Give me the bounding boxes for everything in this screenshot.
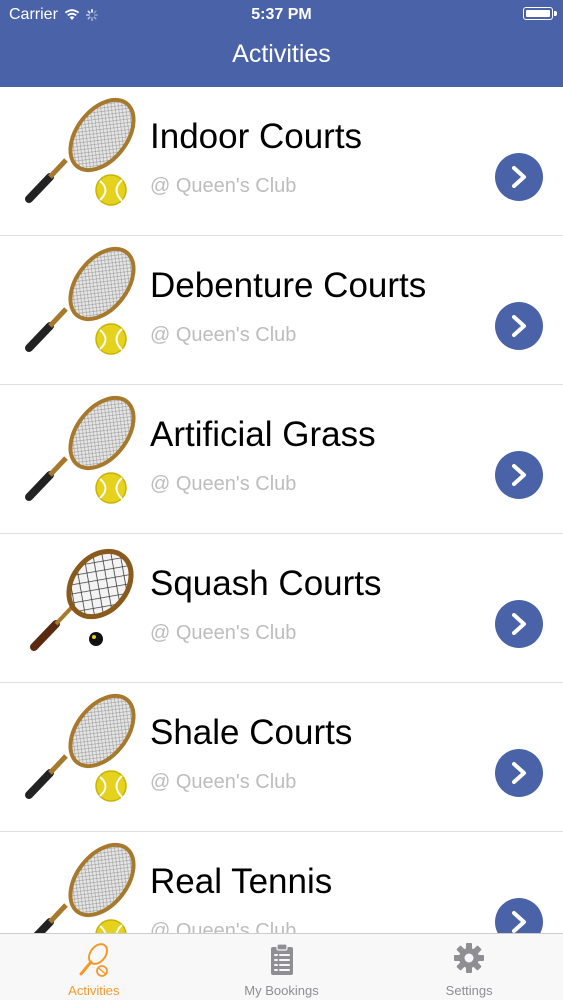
activity-name: Squash Courts [150, 564, 382, 603]
activity-venue: @ Queen's Club [150, 175, 297, 197]
tab-label: Settings [445, 983, 493, 998]
status-bar: Carrier 5:37 PM [0, 0, 563, 30]
page-title: Activities [232, 40, 331, 68]
chevron-right-icon[interactable] [495, 451, 543, 499]
tennis-racket-icon [22, 842, 142, 933]
tab-bar: Activities My Bookings Settings [0, 933, 563, 1000]
activity-name: Shale Courts [150, 713, 353, 752]
activity-row-indoor-courts[interactable]: Indoor Courts @ Queen's Club [0, 87, 563, 236]
activity-venue: @ Queen's Club [150, 324, 297, 346]
activity-row-debenture-courts[interactable]: Debenture Courts @ Queen's Club [0, 236, 563, 385]
gear-icon [454, 943, 485, 973]
nav-bar: Carrier 5:37 PM Activities [0, 0, 563, 87]
squash-racket-icon [22, 544, 142, 659]
tab-my-bookings[interactable]: My Bookings [188, 934, 376, 1000]
clock: 5:37 PM [251, 6, 312, 23]
activity-venue: @ Queen's Club [150, 622, 297, 644]
battery-icon [523, 7, 557, 20]
activity-name: Indoor Courts [150, 117, 363, 156]
chevron-right-icon[interactable] [495, 600, 543, 648]
activity-row-squash-courts[interactable]: Squash Courts @ Queen's Club [0, 534, 563, 683]
chevron-right-icon[interactable] [495, 898, 543, 933]
chevron-right-icon[interactable] [495, 302, 543, 350]
activity-venue: @ Queen's Club [150, 771, 297, 793]
activity-venue: @ Queen's Club [150, 473, 297, 495]
tab-label: Activities [68, 983, 120, 998]
activity-row-real-tennis[interactable]: Real Tennis @ Queen's Club [0, 832, 563, 933]
activity-venue: @ Queen's Club [150, 920, 297, 933]
activity-list[interactable]: Indoor Courts @ Queen's Club Debenture C… [0, 87, 563, 933]
tab-activities[interactable]: Activities [0, 934, 188, 1000]
activity-row-artificial-grass[interactable]: Artificial Grass @ Queen's Club [0, 385, 563, 534]
activity-row-shale-courts[interactable]: Shale Courts @ Queen's Club [0, 683, 563, 832]
tennis-racket-icon [22, 693, 142, 808]
chevron-right-icon[interactable] [495, 749, 543, 797]
activity-name: Debenture Courts [150, 266, 427, 305]
tennis-racket-icon [22, 246, 142, 361]
chevron-right-icon[interactable] [495, 153, 543, 201]
activity-name: Artificial Grass [150, 415, 376, 454]
tab-settings[interactable]: Settings [375, 934, 563, 1000]
tennis-racket-icon [79, 943, 108, 977]
clipboard-icon [270, 943, 293, 975]
tab-label: My Bookings [244, 983, 319, 998]
tennis-racket-icon [22, 97, 142, 212]
activity-name: Real Tennis [150, 862, 333, 901]
tennis-racket-icon [22, 395, 142, 510]
